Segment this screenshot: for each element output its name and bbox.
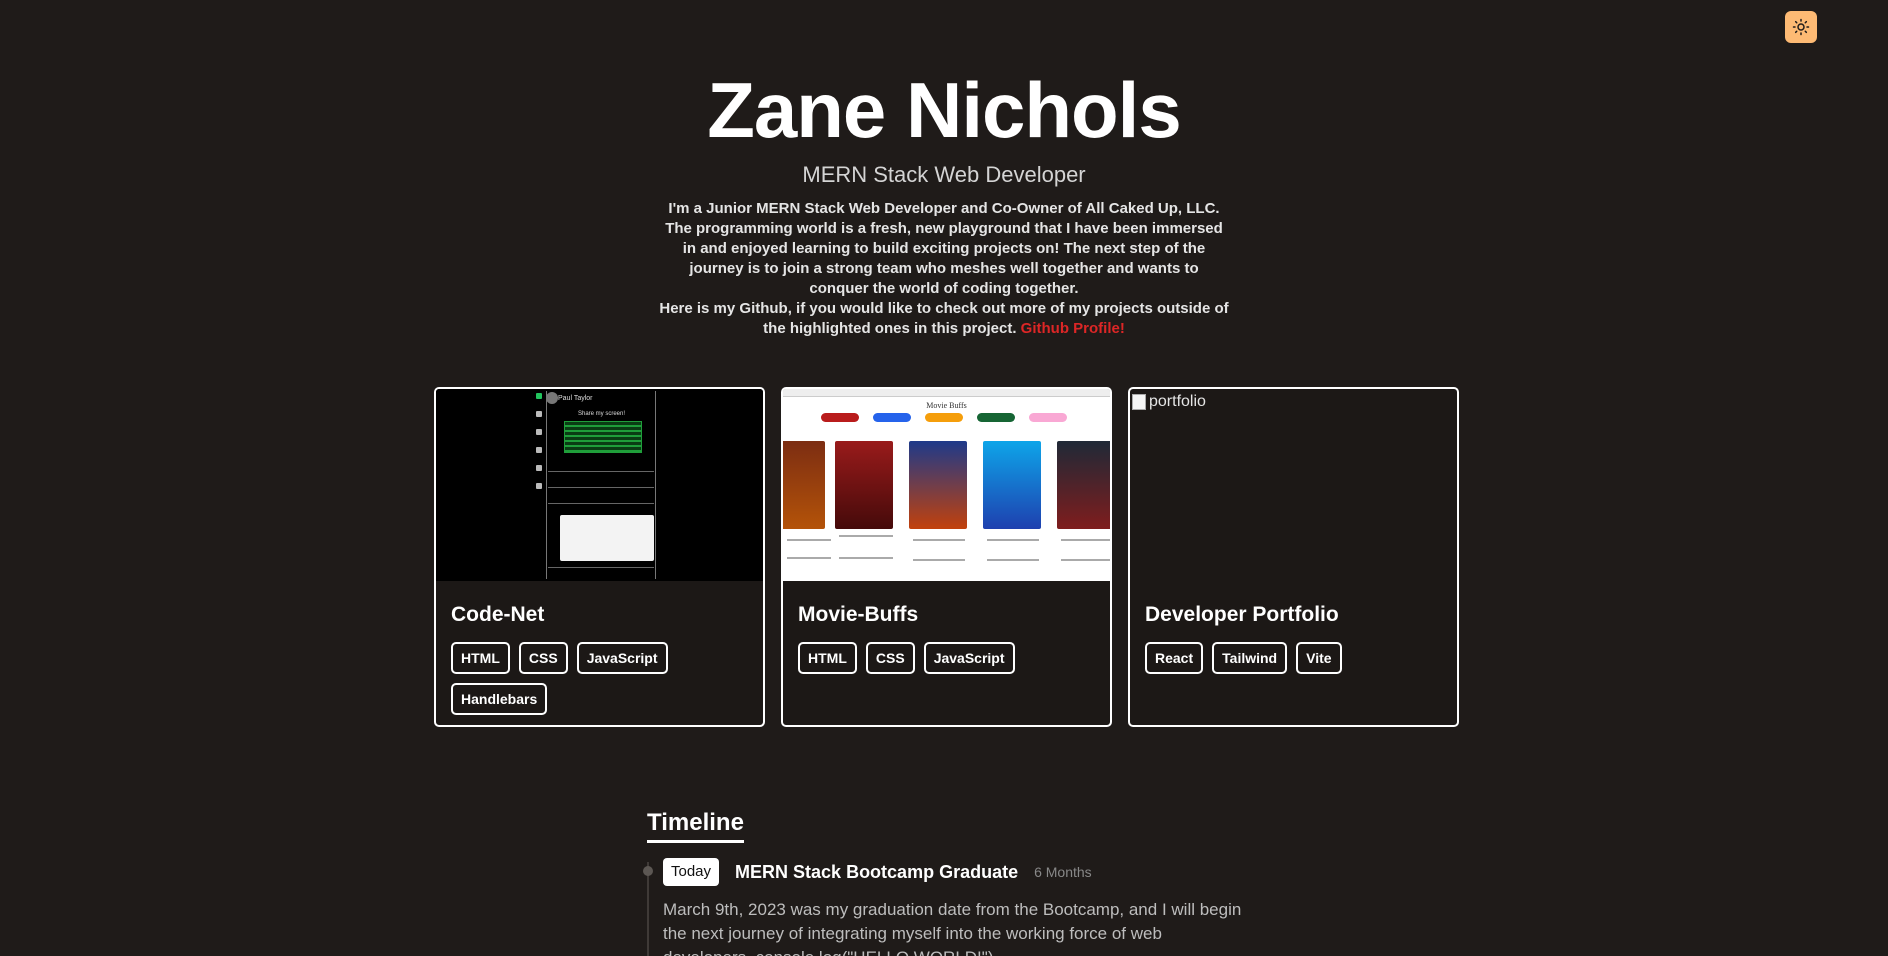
- project-screenshot: portfolio: [1130, 389, 1457, 581]
- tag-list: HTML CSS JavaScript Handlebars: [451, 642, 748, 715]
- tag-javascript: JavaScript: [576, 642, 668, 674]
- bio-text: I'm a Junior MERN Stack Web Developer an…: [659, 199, 1229, 339]
- tag-html: HTML: [798, 642, 857, 674]
- tag-list: HTML CSS JavaScript: [798, 642, 1095, 674]
- page-title: Zane Nichols: [707, 66, 1181, 154]
- project-card-movie-buffs[interactable]: Movie Buffs Movie-Buffs HTML CSS JavaScr…: [781, 387, 1112, 727]
- timeline-item-description: March 9th, 2023 was my graduation date f…: [663, 900, 1242, 956]
- bio-paragraph: I'm a Junior MERN Stack Web Developer an…: [665, 200, 1223, 297]
- tag-html: HTML: [451, 642, 510, 674]
- timeline-section: Timeline Today MERN Stack Bootcamp Gradu…: [643, 808, 1247, 956]
- avatar: [546, 392, 558, 404]
- screenshot-heading: Movie Buffs: [926, 401, 967, 410]
- broken-image: portfolio: [1132, 393, 1206, 411]
- timeline-dot: [643, 866, 653, 876]
- project-screenshot: Movie Buffs: [783, 389, 1110, 581]
- theme-toggle-button[interactable]: [1785, 11, 1817, 43]
- project-card-code-net[interactable]: Paul Taylor Share my screen! Code-Net HT…: [434, 387, 765, 727]
- timeline-item-title: MERN Stack Bootcamp Graduate: [735, 861, 1019, 882]
- image-alt-text: portfolio: [1149, 393, 1206, 410]
- screenshot-heading: Share my screen!: [578, 411, 626, 417]
- sun-icon: [1792, 18, 1810, 36]
- timeline-item: Today MERN Stack Bootcamp Graduate 6 Mon…: [663, 858, 1243, 956]
- tag-handlebars: Handlebars: [451, 683, 548, 715]
- hero-section: Zane Nichols MERN Stack Web Developer I'…: [0, 62, 1888, 339]
- timeline-badge: Today: [663, 858, 720, 886]
- project-card-developer-portfolio[interactable]: portfolio Developer Portfolio React Tail…: [1128, 387, 1459, 727]
- project-title: Code-Net: [451, 603, 545, 626]
- tag-vite: Vite: [1296, 642, 1342, 674]
- tag-javascript: JavaScript: [923, 642, 1015, 674]
- project-title: Developer Portfolio: [1145, 603, 1339, 626]
- github-text: Here is my Github, if you would like to …: [659, 300, 1229, 337]
- tag-react: React: [1145, 642, 1204, 674]
- tag-css: CSS: [865, 642, 915, 674]
- project-screenshot: Paul Taylor Share my screen!: [436, 389, 763, 581]
- github-profile-link[interactable]: Github Profile!: [1021, 320, 1125, 337]
- screenshot-user: Paul Taylor: [558, 395, 593, 402]
- broken-image-icon: [1132, 394, 1146, 410]
- timeline-heading: Timeline: [647, 808, 744, 843]
- tag-list: React Tailwind Vite: [1145, 642, 1442, 674]
- job-title: MERN Stack Web Developer: [802, 162, 1086, 187]
- tag-css: CSS: [518, 642, 568, 674]
- tag-tailwind: Tailwind: [1212, 642, 1288, 674]
- timeline-track: [647, 862, 649, 956]
- projects-grid: Paul Taylor Share my screen! Code-Net HT…: [434, 387, 1459, 727]
- project-title: Movie-Buffs: [798, 603, 919, 626]
- timeline-item-duration: 6 Months: [1034, 864, 1092, 880]
